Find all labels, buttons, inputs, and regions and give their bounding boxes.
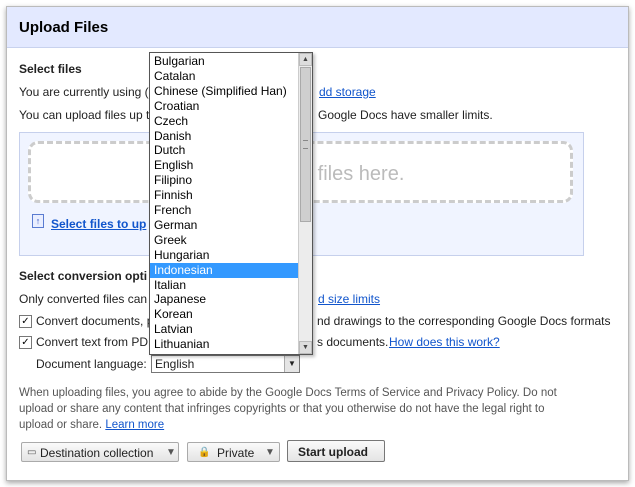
scroll-down-icon[interactable]: ▼: [299, 341, 312, 354]
terms-text: When uploading files, you agree to abide…: [19, 387, 557, 431]
language-option[interactable]: Danish: [150, 129, 300, 144]
select-files-heading: Select files: [19, 62, 82, 76]
terms-notice: When uploading files, you agree to abide…: [19, 385, 579, 433]
language-option[interactable]: Indonesian: [150, 262, 300, 278]
scroll-up-icon[interactable]: ▲: [299, 53, 312, 66]
language-option[interactable]: Korean: [150, 307, 300, 322]
scroll-thumb[interactable]: [300, 67, 311, 222]
document-language-value: English: [155, 357, 195, 371]
grip-icon: [303, 140, 308, 149]
conversion-options-heading: Select conversion opti: [19, 269, 148, 283]
privacy-button[interactable]: 🔒 Private ▼: [187, 442, 280, 462]
conversion-note-text: Only converted files can: [19, 292, 148, 306]
drop-hint-text: o files here.: [301, 163, 405, 185]
lock-icon: 🔒: [198, 447, 211, 458]
document-language-label: Document language:: [36, 357, 147, 371]
language-option[interactable]: French: [150, 203, 300, 218]
chevron-down-icon: ▼: [265, 447, 275, 458]
dialog-titlebar: Upload Files: [7, 7, 628, 48]
language-option[interactable]: Latvian: [150, 322, 300, 337]
folder-icon: ▭: [27, 447, 37, 458]
language-option[interactable]: Bulgarian: [150, 54, 300, 69]
convert-pdf-label-start: Convert text from PDF: [36, 335, 156, 349]
destination-collection-button[interactable]: ▭ Destination collection ▼: [21, 442, 179, 462]
document-language-select[interactable]: English ▼: [151, 355, 300, 373]
dropdown-scrollbar[interactable]: ▲ ▼: [298, 53, 312, 354]
select-files-link[interactable]: Select files to up: [51, 217, 146, 231]
privacy-label: Private: [217, 446, 255, 460]
convert-pdf-label-end: s documents.: [317, 335, 389, 349]
convert-documents-checkbox[interactable]: ✓: [19, 315, 32, 328]
language-dropdown-list[interactable]: Bulgarian Catalan Chinese (Simplified Han)…: [149, 52, 313, 355]
language-option[interactable]: Japanese: [150, 292, 300, 307]
upload-icon: ↑: [32, 214, 44, 228]
add-storage-link[interactable]: dd storage: [319, 85, 376, 99]
language-option[interactable]: English: [150, 158, 300, 173]
language-option[interactable]: Chinese (Simplified Han): [150, 84, 300, 99]
language-option[interactable]: Italian: [150, 278, 300, 293]
language-option[interactable]: Czech: [150, 114, 300, 129]
start-upload-button[interactable]: Start upload: [287, 440, 385, 462]
language-option[interactable]: German: [150, 218, 300, 233]
how-does-this-work-link[interactable]: How does this work?: [389, 335, 500, 349]
upload-limits-text-end: Google Docs have smaller limits.: [318, 108, 493, 122]
convert-pdf-checkbox[interactable]: ✓: [19, 336, 32, 349]
learn-more-link[interactable]: Learn more: [105, 419, 164, 431]
language-option[interactable]: Greek: [150, 233, 300, 248]
destination-collection-label: Destination collection: [40, 446, 154, 460]
language-option[interactable]: Dutch: [150, 143, 300, 158]
dialog-title: Upload Files: [19, 19, 109, 36]
chevron-down-icon: ▼: [166, 447, 176, 458]
language-option[interactable]: Croatian: [150, 99, 300, 114]
upload-limits-text-start: You can upload files up t: [19, 108, 150, 122]
storage-usage-text: You are currently using (: [19, 85, 149, 99]
start-upload-label: Start upload: [298, 445, 369, 459]
language-option[interactable]: Finnish: [150, 188, 300, 203]
language-option[interactable]: Lithuanian: [150, 337, 300, 352]
convert-documents-label-start: Convert documents, p: [36, 314, 154, 328]
language-option[interactable]: Filipino: [150, 173, 300, 188]
upload-files-dialog: Upload Files Select files You are curren…: [6, 6, 629, 481]
language-option[interactable]: Catalan: [150, 69, 300, 84]
chevron-down-icon[interactable]: ▼: [284, 356, 299, 372]
size-limits-link[interactable]: d size limits: [318, 292, 380, 306]
language-option[interactable]: Hungarian: [150, 248, 300, 263]
convert-documents-label-end: nd drawings to the corresponding Google …: [317, 314, 611, 328]
